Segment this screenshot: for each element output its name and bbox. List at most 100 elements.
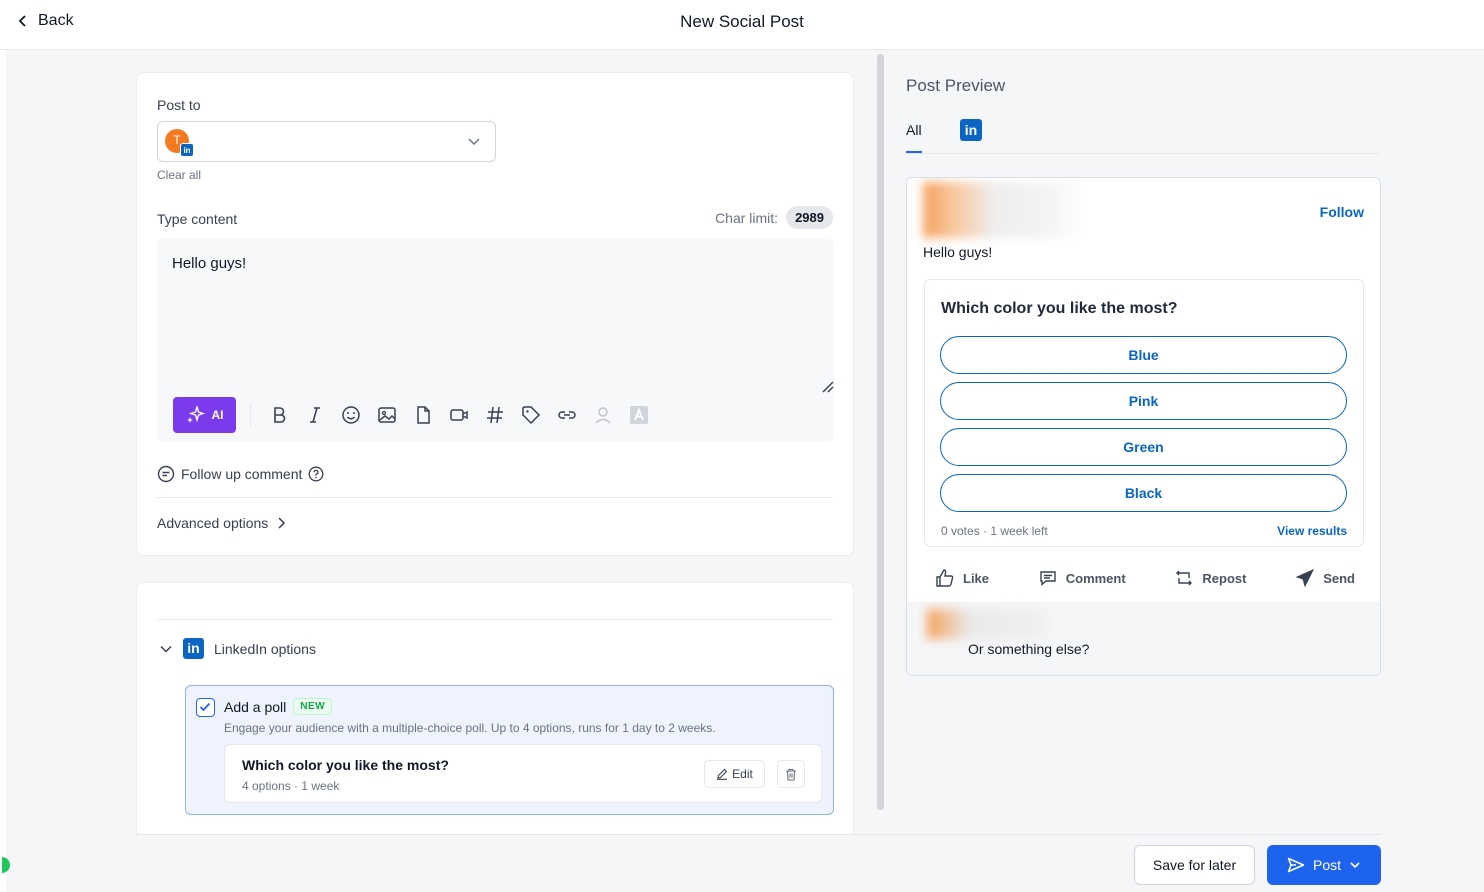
tab-linkedin[interactable]: in <box>960 119 982 141</box>
top-bar: Back New Social Post <box>0 0 1484 50</box>
resize-handle-icon[interactable] <box>820 379 834 393</box>
poll-option[interactable]: Green <box>940 428 1347 466</box>
poll-option[interactable]: Black <box>940 474 1347 512</box>
toolbar-separator <box>250 403 251 427</box>
comment-button[interactable]: Comment <box>1026 568 1138 588</box>
poll-summary: Which color you like the most? 4 options… <box>224 744 822 803</box>
compose-card: Post to T in Clear all Type content Char… <box>136 72 854 556</box>
thumbs-up-icon <box>936 569 954 587</box>
video-icon[interactable] <box>441 397 477 433</box>
repost-icon <box>1176 570 1193 586</box>
trash-icon <box>786 768 796 781</box>
preview-title: Post Preview <box>906 76 1006 95</box>
document-icon[interactable] <box>405 397 441 433</box>
send-label: Send <box>1323 570 1355 586</box>
editor-toolbar: AI <box>173 397 657 433</box>
char-limit-label: Char limit: <box>715 209 779 226</box>
page-title: New Social Post <box>680 12 804 31</box>
edit-poll-button[interactable]: Edit <box>704 760 765 788</box>
poll-option[interactable]: Pink <box>940 382 1347 420</box>
post-button[interactable]: Post <box>1267 845 1381 885</box>
divider <box>157 619 833 620</box>
add-poll-checkbox[interactable] <box>196 698 215 717</box>
help-widget-tab[interactable] <box>2 857 10 873</box>
advanced-options-button[interactable]: Advanced options <box>157 515 286 531</box>
linkedin-options-card: in LinkedIn options Add a poll NEW Engag… <box>136 582 854 834</box>
chevron-right-icon <box>278 517 286 529</box>
tab-all[interactable]: All <box>906 122 922 153</box>
left-strip <box>0 50 6 892</box>
content-text[interactable]: Hello guys! <box>172 255 246 272</box>
send-button[interactable]: Send <box>1283 568 1367 588</box>
comment-label: Comment <box>1065 570 1126 586</box>
avatar: T in <box>165 129 194 157</box>
divider <box>157 497 833 498</box>
tag-icon[interactable] <box>513 397 549 433</box>
preview-tabs: All in <box>906 116 1380 154</box>
like-label: Like <box>963 570 990 586</box>
char-limit: Char limit: 2989 <box>715 206 833 229</box>
help-icon[interactable] <box>308 466 324 482</box>
emoji-icon[interactable] <box>333 397 369 433</box>
repost-label: Repost <box>1202 570 1247 586</box>
linkedin-icon: in <box>183 638 204 659</box>
poll-meta: 4 options · 1 week <box>242 779 340 793</box>
post-to-label: Post to <box>157 97 201 113</box>
image-icon[interactable] <box>369 397 405 433</box>
poll-question: Which color you like the most? <box>242 757 449 773</box>
clear-all-link[interactable]: Clear all <box>157 168 201 182</box>
save-for-later-button[interactable]: Save for later <box>1134 845 1255 885</box>
preview-card: Follow Hello guys! Which color you like … <box>906 177 1381 676</box>
mention-icon[interactable] <box>585 397 621 433</box>
blurred-commenter <box>927 609 1047 639</box>
hashtag-icon[interactable] <box>477 397 513 433</box>
pencil-icon <box>717 768 728 780</box>
send-icon <box>1287 857 1305 873</box>
poll-title: Add a poll NEW <box>224 698 333 715</box>
checkmark-icon <box>199 702 211 712</box>
preview-comment: Or something else? <box>907 602 1380 675</box>
link-icon[interactable] <box>549 397 585 433</box>
add-poll-label: Add a poll <box>224 698 287 715</box>
ai-button[interactable]: AI <box>173 397 236 433</box>
linkedin-badge-icon: in <box>180 143 194 157</box>
edit-label: Edit <box>732 767 753 781</box>
italic-icon[interactable] <box>297 397 333 433</box>
footer-divider <box>136 834 1381 835</box>
follow-button[interactable]: Follow <box>1320 204 1364 220</box>
account-select[interactable]: T in <box>157 121 496 162</box>
repost-button[interactable]: Repost <box>1162 568 1258 588</box>
poll-option[interactable]: Blue <box>940 336 1347 374</box>
comment-icon <box>1040 571 1056 587</box>
text-format-icon[interactable] <box>621 397 657 433</box>
advanced-options-label: Advanced options <box>157 515 269 531</box>
blurred-profile-header <box>923 182 1083 238</box>
preview-poll-question: Which color you like the most? <box>941 300 1178 317</box>
content-editor[interactable]: Hello guys! AI <box>157 239 834 441</box>
follow-up-comment-button[interactable]: Follow up comment <box>157 465 324 483</box>
chevron-down-icon <box>1350 862 1360 869</box>
like-button[interactable]: Like <box>923 568 1001 588</box>
post-label: Post <box>1312 857 1341 873</box>
scrollbar[interactable] <box>877 54 884 810</box>
delete-poll-button[interactable] <box>777 760 805 788</box>
preview-poll: Which color you like the most? Blue Pink… <box>924 279 1364 547</box>
view-results-link[interactable]: View results <box>1277 524 1347 538</box>
chevron-down-icon <box>160 645 172 653</box>
linkedin-options-toggle[interactable]: in LinkedIn options <box>159 638 316 659</box>
linkedin-options-label: LinkedIn options <box>214 640 316 657</box>
poll-section: Add a poll NEW Engage your audience with… <box>185 685 834 815</box>
preview-text: Hello guys! <box>923 244 993 260</box>
sparkle-icon <box>186 406 205 423</box>
ai-label: AI <box>211 408 224 422</box>
char-limit-badge: 2989 <box>786 206 833 229</box>
follow-up-label: Follow up comment <box>181 466 303 482</box>
bold-icon[interactable] <box>261 397 297 433</box>
send-icon <box>1295 568 1315 588</box>
poll-description: Engage your audience with a multiple-cho… <box>224 721 716 735</box>
new-badge: NEW <box>293 698 333 715</box>
chevron-down-icon <box>468 138 480 146</box>
type-content-label: Type content <box>157 211 238 227</box>
preview-actions: Like Comment Repost Send <box>923 568 1367 588</box>
comment-icon <box>157 465 175 483</box>
